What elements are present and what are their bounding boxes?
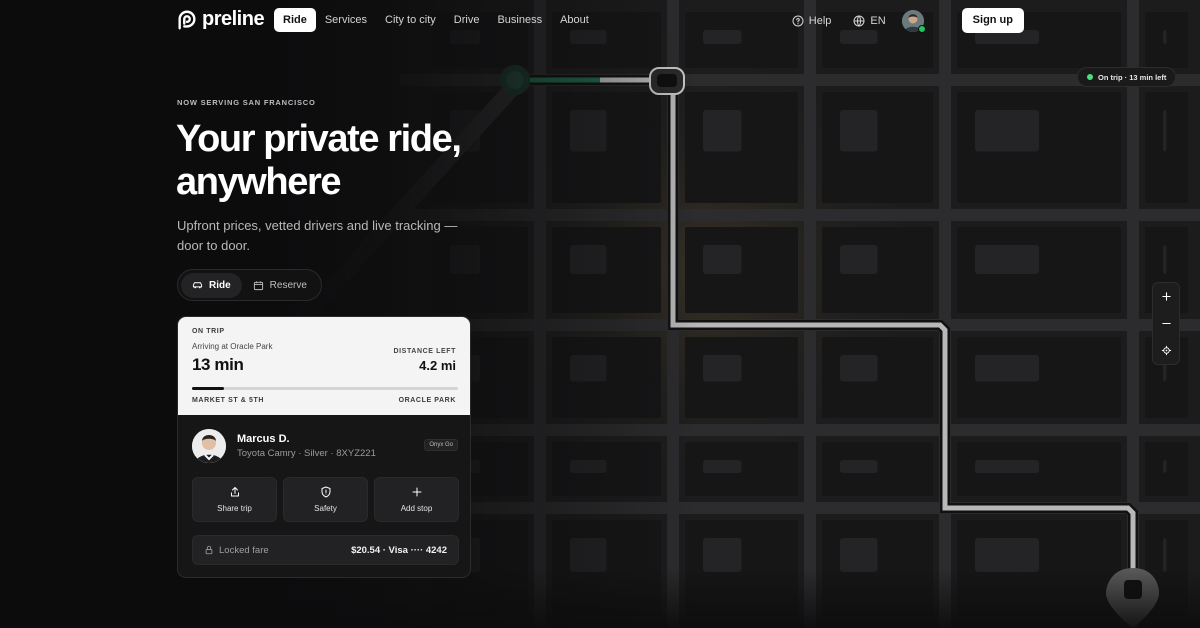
zoom-in-button[interactable] (1153, 283, 1179, 310)
trip-status-pill-text: On trip · 13 min left (1098, 72, 1167, 82)
fare-value: $20.54 · Visa ···· 4242 (351, 544, 447, 556)
toggle-ride[interactable]: Ride (181, 272, 242, 298)
zoom-in-icon (1161, 292, 1171, 301)
map-building (975, 538, 1039, 572)
trip-status-label: ON TRIP (192, 328, 225, 335)
help-link[interactable]: Help (792, 14, 832, 27)
online-status-dot (917, 24, 926, 33)
zoom-out-icon (1161, 322, 1171, 325)
map-building (703, 355, 742, 382)
safety-label: Safety (314, 504, 337, 513)
map-building (840, 110, 878, 152)
nav-item-city-to-city[interactable]: City to city (376, 8, 445, 32)
trip-actions: Share trip Safety Add stop (192, 477, 459, 522)
map-building (840, 538, 878, 572)
toggle-reserve-label: Reserve (269, 279, 307, 291)
map-building (1163, 460, 1167, 473)
language-label: EN (870, 14, 886, 27)
trip-progress-fill (192, 387, 224, 390)
trip-eta: 13 min (192, 355, 244, 374)
hero-eyebrow: NOW SERVING SAN FRANCISCO (177, 98, 316, 107)
help-circle-icon (792, 15, 804, 26)
toggle-ride-label: Ride (209, 279, 231, 291)
hero-title: Your private ride, anywhere (176, 118, 462, 203)
map-building (1163, 110, 1167, 152)
driver-info: Marcus D. Toyota Camry · Silver · 8XYZ22… (192, 429, 458, 465)
trip-status-pill: On trip · 13 min left (1077, 67, 1177, 87)
driver-avatar (192, 429, 226, 463)
fare-label-group: Locked fare (204, 545, 269, 556)
main-nav: Ride Services City to city Drive Busines… (274, 8, 598, 32)
nav-item-about[interactable]: About (551, 8, 598, 32)
car-icon (192, 281, 203, 288)
map-building (975, 245, 1039, 274)
user-avatar[interactable] (901, 9, 926, 33)
preline-logo-icon (178, 10, 196, 29)
ride-tier-badge: Onyx Go (424, 439, 458, 451)
logo[interactable]: preline (176, 8, 265, 31)
nav-item-business[interactable]: Business (488, 8, 551, 32)
map-building (703, 110, 742, 152)
share-icon (230, 487, 239, 497)
trip-progress-bar (192, 387, 458, 390)
trip-status-panel: ON TRIP Arriving at Oracle Park 13 min D… (178, 317, 470, 415)
nav-item-drive[interactable]: Drive (445, 8, 489, 32)
help-label: Help (808, 14, 832, 27)
map-building (703, 538, 742, 572)
ride-mode-toggle: Ride Reserve (177, 269, 322, 301)
trip-arriving: Arriving at Oracle Park (192, 342, 273, 351)
safety-button[interactable]: Safety (283, 477, 368, 522)
map-building (840, 245, 878, 274)
map-building (975, 355, 1039, 382)
add-stop-label: Add stop (400, 504, 433, 513)
fare-row: Locked fare $20.54 · Visa ···· 4242 (192, 535, 459, 565)
top-nav: preline Ride Services City to city Drive… (0, 0, 1200, 40)
locate-button[interactable] (1153, 337, 1179, 364)
lock-icon (205, 545, 213, 555)
map-building (975, 110, 1039, 152)
distance-value: 4.2 mi (419, 358, 456, 373)
logo-text: preline (202, 8, 265, 30)
trip-card: ON TRIP Arriving at Oracle Park 13 min D… (177, 316, 471, 578)
map-building (840, 460, 878, 473)
map-building (1163, 245, 1167, 274)
header-actions: Help EN Sign up (792, 8, 1024, 33)
nav-item-services[interactable]: Services (316, 8, 376, 32)
plus-icon (412, 487, 421, 497)
hero-subtitle: Upfront prices, vetted drivers and live … (177, 218, 458, 253)
signup-button[interactable]: Sign up (961, 8, 1024, 33)
map-building (840, 355, 878, 382)
trip-destination: ORACLE PARK (398, 397, 456, 404)
language-selector[interactable]: EN (853, 14, 886, 27)
driver-car: Toyota Camry · Silver · 8XYZ221 (237, 448, 376, 459)
locate-icon (1161, 345, 1171, 356)
globe-icon (853, 15, 865, 27)
map-building (975, 460, 1039, 473)
map-bottom-fade (0, 568, 1200, 628)
map-building (703, 245, 742, 274)
fare-label: Locked fare (219, 544, 269, 556)
map-controls (1152, 282, 1180, 365)
driver-name: Marcus D. (237, 433, 290, 445)
nav-item-ride[interactable]: Ride (274, 8, 316, 32)
toggle-reserve[interactable]: Reserve (242, 273, 318, 298)
driver-photo-icon (192, 429, 226, 463)
map-building (1163, 538, 1167, 572)
calendar-icon (253, 280, 263, 290)
trip-origin: MARKET ST & 5TH (192, 397, 264, 404)
zoom-out-button[interactable] (1153, 310, 1179, 337)
distance-label: DISTANCE LEFT (393, 348, 456, 355)
share-trip-button[interactable]: Share trip (192, 477, 277, 522)
share-trip-label: Share trip (217, 504, 252, 513)
map-building (703, 460, 742, 473)
live-status-dot (1087, 74, 1093, 80)
shield-icon (321, 486, 330, 498)
add-stop-button[interactable]: Add stop (374, 477, 459, 522)
